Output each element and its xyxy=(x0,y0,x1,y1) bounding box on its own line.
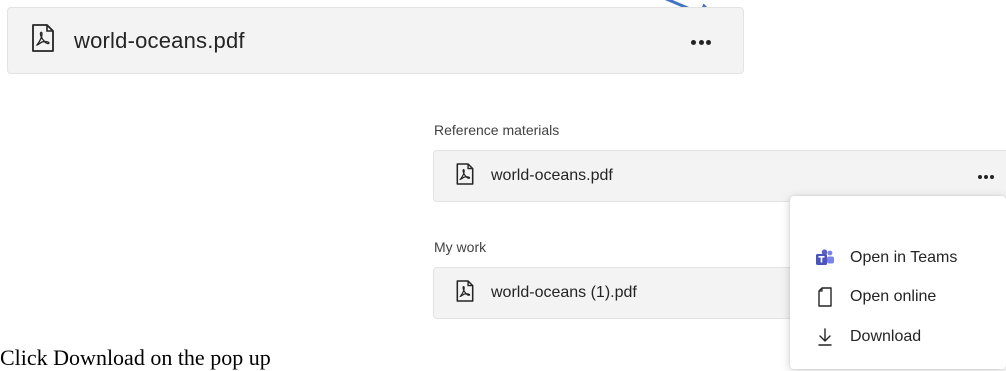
instruction-caption: Click Download on the pop up xyxy=(0,345,271,370)
reference-materials-label: Reference materials xyxy=(434,122,560,138)
document-icon xyxy=(814,286,836,308)
menu-item-label: Open online xyxy=(850,288,937,305)
file-name: world-oceans.pdf xyxy=(74,27,245,53)
file-options-popup: Open in Teams Open online Download xyxy=(790,196,1006,369)
file-name: world-oceans (1).pdf xyxy=(491,284,637,301)
download-icon xyxy=(814,326,836,348)
more-options-button[interactable] xyxy=(681,28,721,56)
menu-item-open-in-teams[interactable]: Open in Teams xyxy=(790,238,1006,278)
menu-item-open-online[interactable]: Open online xyxy=(790,277,1006,317)
more-dot xyxy=(691,39,697,45)
more-dot xyxy=(990,175,994,179)
file-name: world-oceans.pdf xyxy=(491,167,613,184)
more-dot xyxy=(698,39,704,45)
more-dot xyxy=(978,175,982,179)
more-dot xyxy=(984,175,988,179)
pdf-file-icon xyxy=(455,279,475,308)
teams-icon xyxy=(814,247,836,269)
menu-item-label: Open in Teams xyxy=(850,249,958,266)
menu-item-label: Download xyxy=(850,328,922,345)
file-card-reference[interactable]: world-oceans.pdf xyxy=(433,150,1006,202)
more-dot xyxy=(705,39,711,45)
my-work-label: My work xyxy=(434,239,487,255)
menu-item-download[interactable]: Download xyxy=(790,317,1006,357)
more-options-button[interactable] xyxy=(972,165,1000,189)
pdf-file-icon xyxy=(455,162,475,191)
file-card-top[interactable]: world-oceans.pdf xyxy=(7,7,744,74)
pdf-file-icon xyxy=(30,23,56,58)
